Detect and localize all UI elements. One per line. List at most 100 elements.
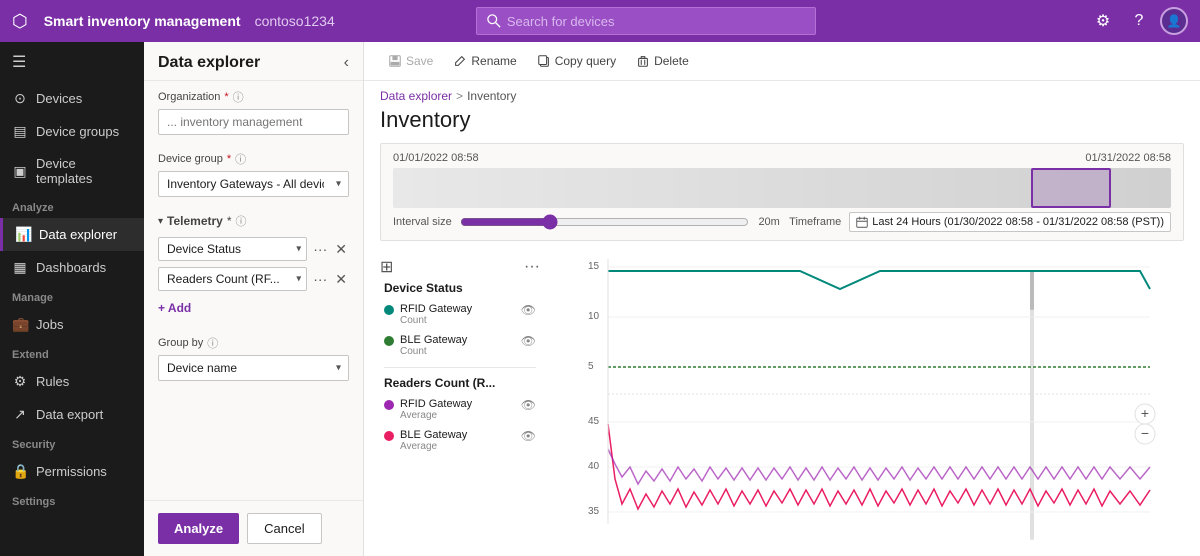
delete-button[interactable]: Delete bbox=[628, 50, 697, 72]
settings-icon[interactable]: ⚙ bbox=[1088, 6, 1118, 36]
copy-query-button[interactable]: Copy query bbox=[529, 50, 624, 72]
telemetry-select-wrap-1: Readers Count (RF... ▾ bbox=[158, 267, 307, 291]
help-icon[interactable]: ? bbox=[1124, 6, 1154, 36]
sidebar-item-label: Devices bbox=[36, 91, 82, 106]
sidebar-item-data-explorer[interactable]: 📊 Data explorer bbox=[0, 218, 144, 251]
device-group-required: * bbox=[227, 153, 231, 165]
sidebar-item-dashboards[interactable]: ▦ Dashboards bbox=[0, 251, 144, 284]
groupby-info-icon[interactable]: ⓘ bbox=[207, 335, 218, 351]
legend-sub: Count bbox=[400, 346, 467, 357]
sidebar-item-label: Dashboards bbox=[36, 260, 106, 275]
panel-header: Data explorer ‹ bbox=[144, 42, 363, 81]
legend-dot-ble-readers bbox=[384, 431, 394, 441]
legend-text-ble-status: BLE Gateway Count bbox=[400, 334, 467, 357]
legend-text-ble-readers: BLE Gateway Average bbox=[400, 429, 467, 452]
data-export-icon: ↗ bbox=[12, 406, 28, 423]
interval-label: Interval size bbox=[393, 216, 452, 228]
telemetry-required: * bbox=[227, 214, 232, 228]
sidebar-item-devices[interactable]: ⊙ Devices bbox=[0, 82, 144, 115]
telemetry-select-1[interactable]: Readers Count (RF... bbox=[158, 267, 307, 291]
add-telemetry-button[interactable]: + Add bbox=[158, 297, 191, 319]
top-nav: ⬡ Smart inventory management contoso1234… bbox=[0, 0, 1200, 42]
telemetry-select-0[interactable]: Device Status bbox=[158, 237, 307, 261]
sidebar-item-device-templates[interactable]: ▣ Device templates bbox=[0, 148, 144, 194]
device-group-field: Device group * ⓘ Inventory Gateways - Al… bbox=[144, 143, 363, 205]
legend-item-rfid-readers: RFID Gateway Average 👁 bbox=[380, 396, 540, 423]
timeline-start: 01/01/2022 08:58 bbox=[393, 152, 479, 164]
device-group-label: Device group * ⓘ bbox=[158, 151, 349, 167]
sidebar-item-permissions[interactable]: 🔒 Permissions bbox=[0, 455, 144, 488]
svg-text:40: 40 bbox=[588, 461, 600, 472]
rename-button[interactable]: Rename bbox=[445, 50, 524, 72]
org-info-icon[interactable]: ⓘ bbox=[233, 89, 244, 105]
data-explorer-panel: Data explorer ‹ Organization * ⓘ Device … bbox=[144, 42, 364, 556]
legend-name: BLE Gateway bbox=[400, 429, 467, 441]
app-org: contoso1234 bbox=[255, 13, 335, 29]
panel-collapse-button[interactable]: ‹ bbox=[344, 54, 349, 72]
legend-sub: Average bbox=[400, 410, 472, 421]
zoom-controls[interactable]: + − bbox=[1135, 404, 1155, 444]
legend-name: RFID Gateway bbox=[400, 303, 472, 315]
sidebar-item-label: Data export bbox=[36, 407, 103, 422]
chart-more-icon[interactable]: ··· bbox=[524, 258, 540, 276]
groupby-select-wrap: Device name ▾ bbox=[158, 355, 349, 381]
timeline-bar[interactable]: 1d bbox=[393, 168, 1171, 208]
sidebar-item-data-export[interactable]: ↗ Data export bbox=[0, 398, 144, 431]
more-options-icon[interactable]: ··· bbox=[311, 239, 329, 259]
layers-icon[interactable]: ⊞ bbox=[380, 257, 393, 277]
analyze-button[interactable]: Analyze bbox=[158, 513, 239, 544]
eye-icon[interactable]: 👁 bbox=[521, 429, 536, 443]
device-group-select[interactable]: Inventory Gateways - All devices bbox=[158, 171, 349, 197]
more-options-icon[interactable]: ··· bbox=[311, 269, 329, 289]
security-section-label: Security bbox=[0, 431, 144, 455]
timeframe-value[interactable]: Last 24 Hours (01/30/2022 08:58 - 01/31/… bbox=[849, 212, 1171, 232]
groupby-select[interactable]: Device name bbox=[158, 355, 349, 381]
org-input[interactable] bbox=[158, 109, 349, 135]
device-groups-icon: ▤ bbox=[12, 123, 28, 140]
eye-icon[interactable]: 👁 bbox=[521, 334, 536, 348]
device-group-info-icon[interactable]: ⓘ bbox=[235, 151, 246, 167]
legend-dot-rfid-status bbox=[384, 305, 394, 315]
sidebar-item-device-groups[interactable]: ▤ Device groups bbox=[0, 115, 144, 148]
save-icon bbox=[388, 54, 402, 68]
legend-item-rfid-status: RFID Gateway Count 👁 bbox=[380, 301, 540, 328]
eye-icon[interactable]: 👁 bbox=[521, 303, 536, 317]
legend-name: RFID Gateway bbox=[400, 398, 472, 410]
sidebar-item-rules[interactable]: ⚙ Rules bbox=[0, 365, 144, 398]
sidebar-item-label: Permissions bbox=[36, 464, 107, 479]
search-bar[interactable] bbox=[476, 7, 816, 35]
cancel-button[interactable]: Cancel bbox=[247, 513, 321, 544]
legend-sub: Average bbox=[400, 441, 467, 452]
eye-icon[interactable]: 👁 bbox=[521, 398, 536, 412]
svg-text:45: 45 bbox=[588, 416, 600, 427]
timeline-dates: 01/01/2022 08:58 01/31/2022 08:58 bbox=[393, 152, 1171, 164]
interval-slider[interactable] bbox=[460, 214, 749, 230]
sidebar-item-label: Device groups bbox=[36, 124, 119, 139]
panel-title: Data explorer bbox=[158, 54, 260, 72]
close-icon[interactable]: ✕ bbox=[333, 269, 349, 290]
telemetry-section: ▾ Telemetry * ⓘ Device Status ▾ ··· ✕ bbox=[144, 205, 363, 327]
svg-text:35: 35 bbox=[588, 506, 600, 517]
sidebar-item-jobs[interactable]: 💼 Jobs bbox=[0, 308, 144, 341]
close-icon[interactable]: ✕ bbox=[333, 239, 349, 260]
timeline-selector[interactable]: 1d bbox=[1031, 168, 1111, 208]
breadcrumb-parent[interactable]: Data explorer bbox=[380, 89, 452, 103]
org-required: * bbox=[224, 91, 228, 103]
telemetry-collapse-icon: ▾ bbox=[158, 216, 163, 227]
jobs-icon: 💼 bbox=[12, 316, 28, 333]
rename-icon bbox=[453, 54, 467, 68]
app-logo: ⬡ bbox=[12, 11, 28, 32]
telemetry-header[interactable]: ▾ Telemetry * ⓘ bbox=[158, 213, 349, 229]
legend-sub: Count bbox=[400, 315, 472, 326]
legend-item-ble-status: BLE Gateway Count 👁 bbox=[380, 332, 540, 359]
sidebar-item-label: Data explorer bbox=[39, 227, 117, 242]
legend-panel: ⊞ ··· Device Status RFID Gateway Count 👁… bbox=[380, 249, 540, 540]
hamburger-icon[interactable]: ☰ bbox=[0, 42, 144, 82]
avatar[interactable]: 👤 bbox=[1160, 7, 1188, 35]
interval-value: 20m bbox=[757, 216, 781, 228]
save-button[interactable]: Save bbox=[380, 50, 441, 72]
search-input[interactable] bbox=[507, 14, 805, 29]
legend-item-ble-readers: BLE Gateway Average 👁 bbox=[380, 427, 540, 454]
telemetry-info-icon[interactable]: ⓘ bbox=[236, 213, 247, 229]
legend-dot-ble-status bbox=[384, 336, 394, 346]
